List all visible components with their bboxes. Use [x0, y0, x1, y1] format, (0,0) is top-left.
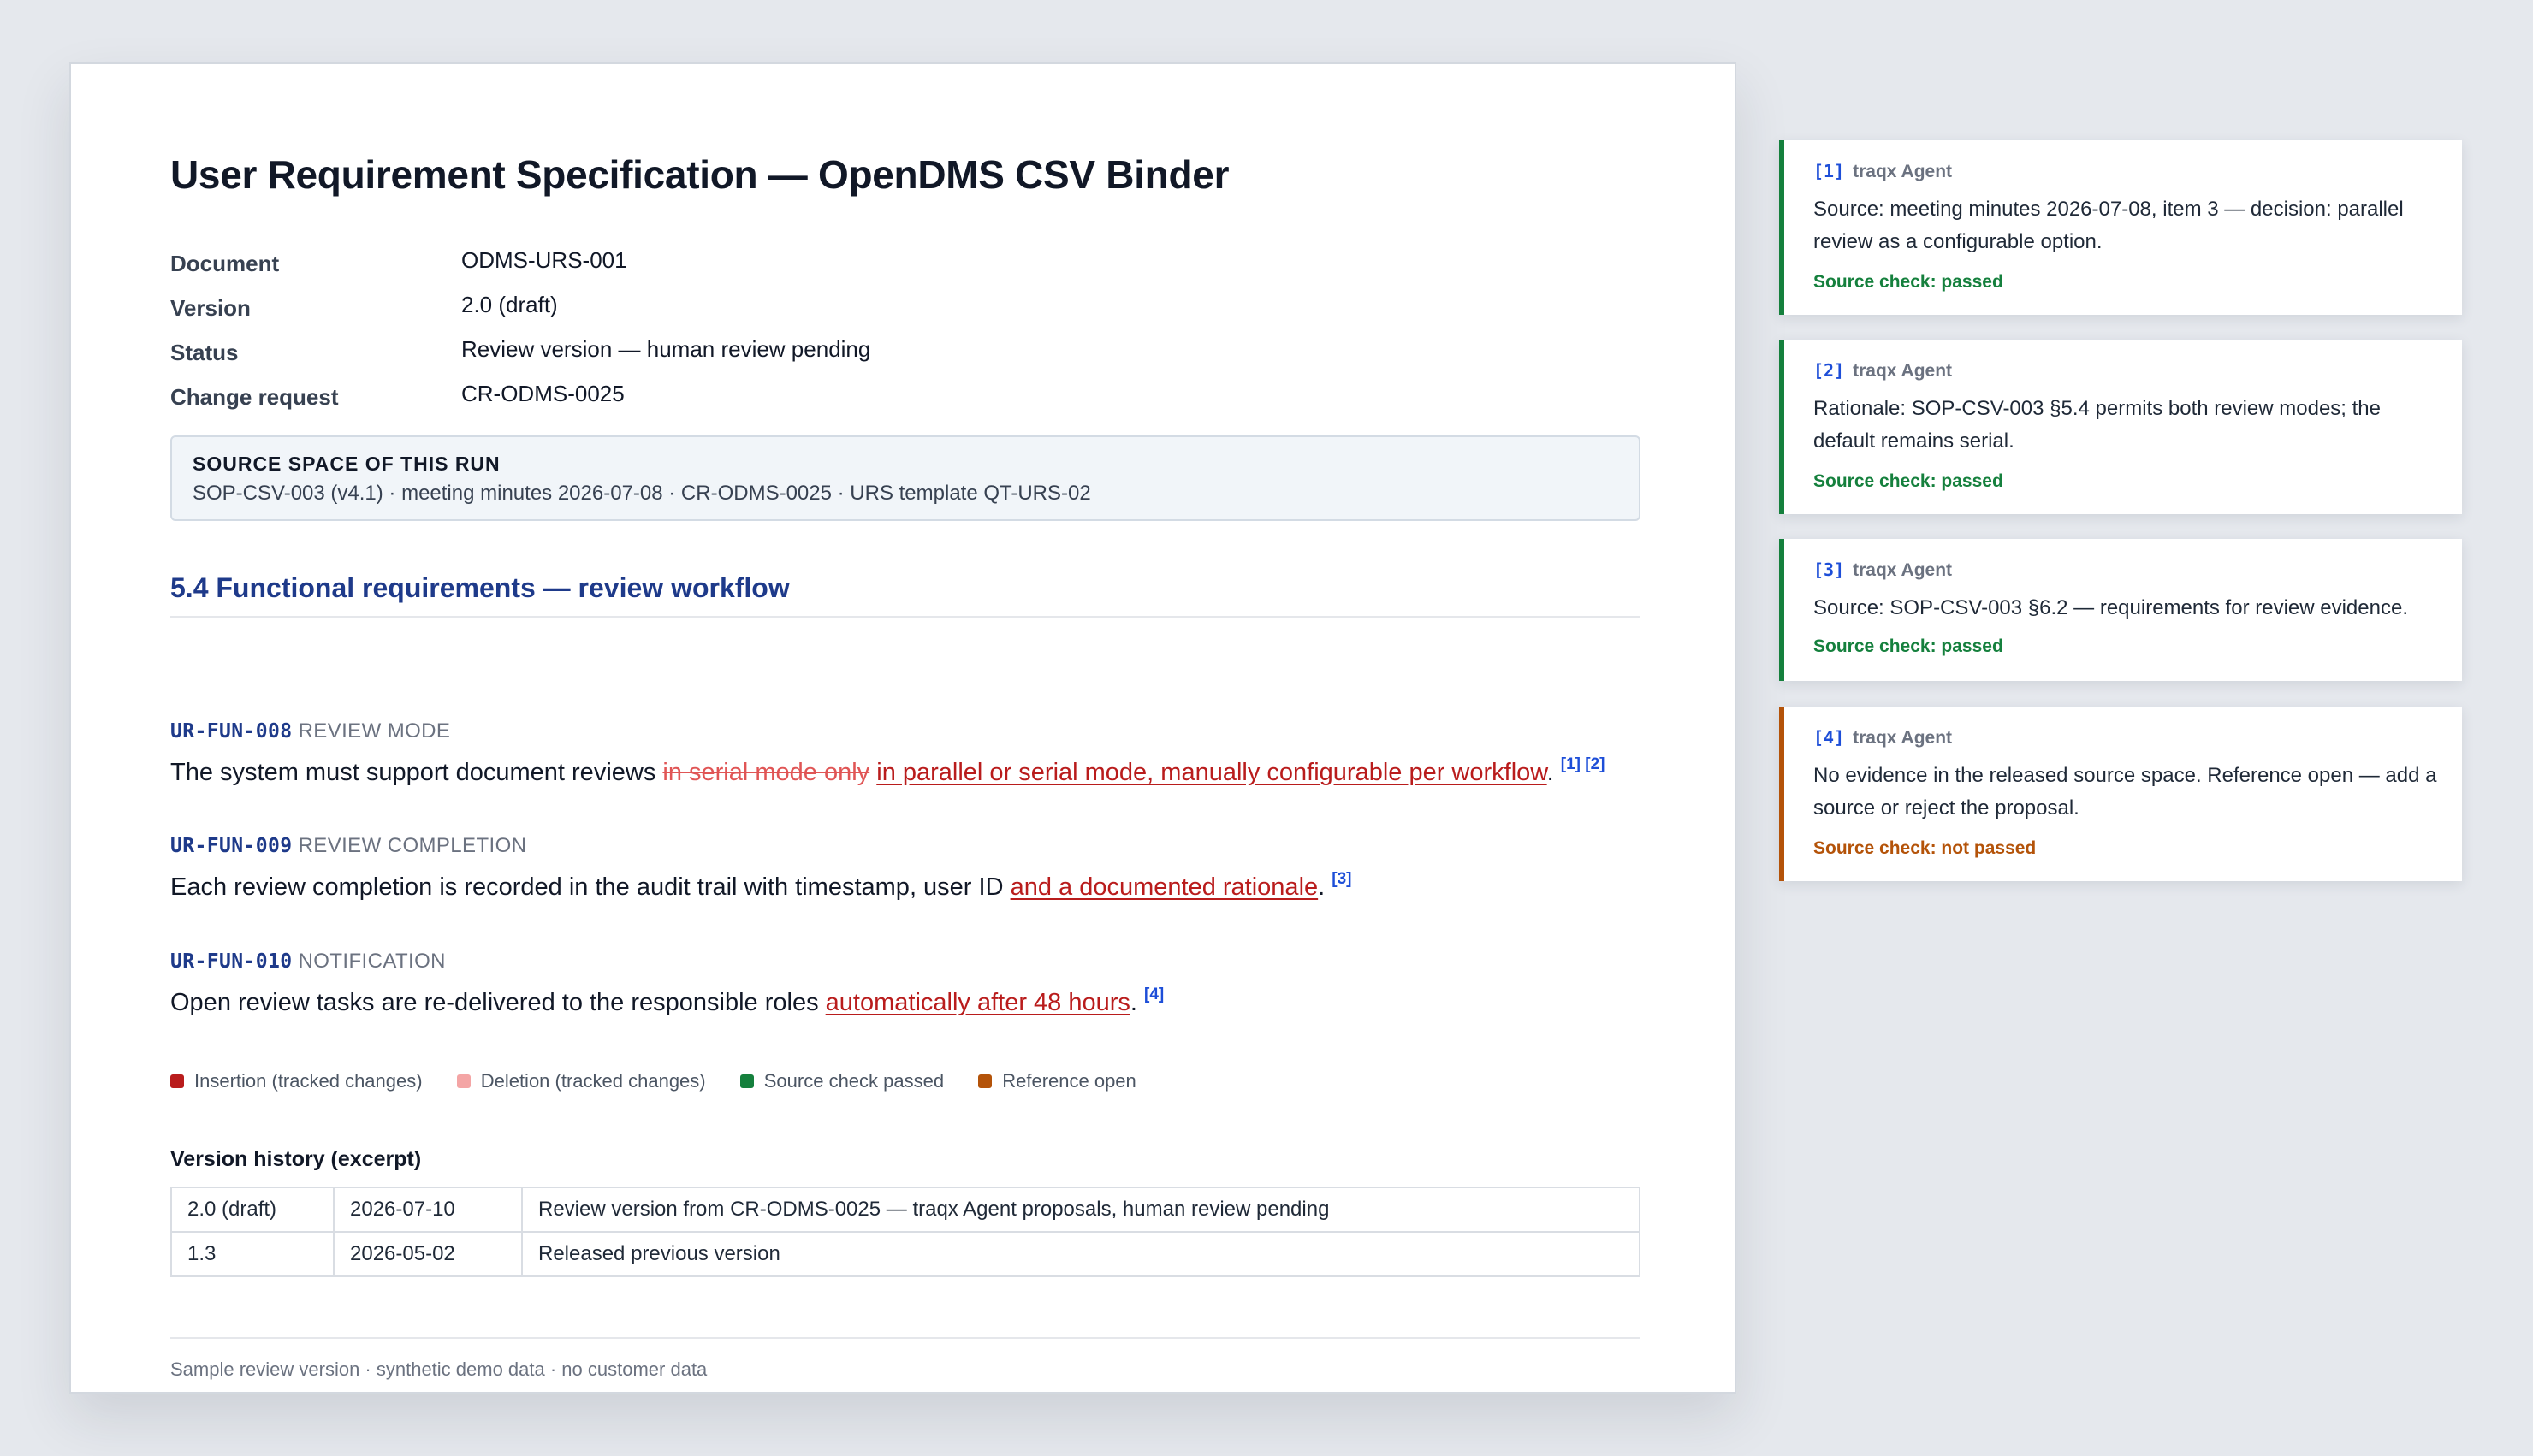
requirement-header: UR-FUN-010 NOTIFICATION — [170, 950, 1711, 984]
meta-label: Document — [170, 251, 280, 276]
comment-body: Source: meeting minutes 2026-07-08, item… — [1813, 198, 2404, 253]
comment-author: traqx Agent — [1853, 162, 1953, 181]
tracked-insertion[interactable]: automatically after 48 hours — [826, 989, 1130, 1016]
comment-reference-link[interactable]: [4] — [1144, 985, 1164, 1003]
tracked-deletion[interactable]: in serial mode only — [662, 759, 869, 786]
source-space-title: SOURCE SPACE OF THIS RUN — [193, 453, 501, 475]
requirement-text-plain: Each review completion is recorded in th… — [170, 873, 1011, 901]
comment-card-4[interactable]: [4] traqx Agent No evidence in the releas… — [1779, 707, 2462, 881]
document-meta: Document ODMS-URS-001 Version 2.0 (draft… — [170, 242, 1026, 420]
meta-label: Change request — [170, 384, 339, 410]
comment-card-3[interactable]: [3] traqx Agent Source: SOP-CSV-003 §6.2 … — [1779, 539, 2462, 681]
requirement-text: Open review tasks are re-delivered to th… — [170, 985, 1711, 1017]
section-divider — [170, 616, 1640, 618]
legend-swatch — [739, 1074, 754, 1088]
requirement-text: The system must support document reviews… — [170, 755, 1711, 787]
requirement-text-end: . — [1318, 873, 1326, 901]
requirement-ur-fun-010: UR-FUN-010 NOTIFICATION Open review task… — [170, 950, 1711, 1017]
requirement-ur-fun-009: UR-FUN-009 REVIEW COMPLETION Each review… — [170, 834, 1711, 902]
meta-value: Review version — human review pending — [461, 336, 871, 362]
meta-row-change-request: Change request CR-ODMS-0025 — [170, 376, 1026, 420]
requirement-label: NOTIFICATION — [298, 950, 446, 973]
version-history-table: 2.0 (draft) 2026-07-10 Review version fr… — [170, 1187, 1640, 1277]
tracked-insertion[interactable]: and a documented rationale — [1011, 873, 1319, 901]
requirement-text: Each review completion is recorded in th… — [170, 870, 1711, 902]
requirement-header: UR-FUN-008 REVIEW MODE — [170, 719, 1711, 754]
comment-header: [3] traqx Agent — [1813, 559, 1952, 581]
source-check-status: Source check: passed — [1813, 471, 2003, 491]
legend-swatch — [456, 1074, 471, 1088]
legend-item-reference-open: Reference open — [978, 1070, 1136, 1092]
legend-label: Source check passed — [763, 1070, 945, 1092]
source-space-text: SOP-CSV-003 (v4.1) · meeting minutes 202… — [193, 482, 1091, 505]
requirement-text-plain: The system must support document reviews — [170, 759, 663, 786]
section-title: 5.4 Functional requirements — review wor… — [170, 572, 790, 603]
legend-swatch — [170, 1074, 184, 1088]
comment-body: Source: SOP-CSV-003 §6.2 — requirements … — [1813, 596, 2408, 619]
meta-row-status: Status Review version — human review pen… — [170, 331, 1026, 376]
table-cell-date: 2026-07-10 — [333, 1187, 523, 1233]
table-cell-version: 1.3 — [170, 1231, 335, 1277]
comment-author: traqx Agent — [1853, 361, 1953, 381]
comment-card-2[interactable]: [2] traqx Agent Rationale: SOP-CSV-003 §5… — [1779, 340, 2462, 514]
comment-number: [2] — [1813, 360, 1845, 381]
table-cell-version: 2.0 (draft) — [170, 1187, 335, 1233]
table-cell-description: Review version from CR-ODMS-0025 — traqx… — [521, 1187, 1640, 1233]
comment-reference-link[interactable]: [1] [2] — [1561, 755, 1605, 773]
legend-label: Deletion (tracked changes) — [480, 1070, 706, 1092]
requirement-id: UR-FUN-009 — [170, 835, 293, 857]
table-cell-description: Released previous version — [521, 1231, 1640, 1277]
comment-author: traqx Agent — [1853, 560, 1953, 580]
legend-label: Insertion (tracked changes) — [194, 1070, 423, 1092]
table-row: 2.0 (draft) 2026-07-10 Review version fr… — [170, 1187, 1640, 1233]
document-page: User Requirement Specification — OpenDMS… — [69, 62, 1736, 1394]
meta-value: CR-ODMS-0025 — [461, 381, 625, 406]
source-space-box: SOURCE SPACE OF THIS RUN SOP-CSV-003 (v4… — [170, 435, 1640, 521]
meta-label: Version — [170, 295, 251, 321]
legend-item-insertion: Insertion (tracked changes) — [170, 1070, 423, 1092]
comment-number: [3] — [1813, 559, 1845, 580]
requirement-id: UR-FUN-008 — [170, 720, 293, 743]
table-row: 1.3 2026-05-02 Released previous version — [170, 1231, 1640, 1277]
legend-item-deletion: Deletion (tracked changes) — [456, 1070, 706, 1092]
meta-value: ODMS-URS-001 — [461, 247, 627, 273]
tracked-insertion[interactable]: in parallel or serial mode, manually con… — [876, 759, 1546, 786]
requirement-id: UR-FUN-010 — [170, 950, 293, 973]
document-title: User Requirement Specification — OpenDMS… — [170, 152, 1230, 197]
legend: Insertion (tracked changes) Deletion (tr… — [170, 1070, 1166, 1092]
requirement-label: REVIEW COMPLETION — [298, 834, 527, 857]
legend-label: Reference open — [1002, 1070, 1136, 1092]
footer-divider — [170, 1337, 1640, 1339]
comment-body: No evidence in the released source space… — [1813, 764, 2437, 820]
meta-label: Status — [170, 340, 239, 365]
comment-number: [1] — [1813, 161, 1845, 181]
meta-row-version: Version 2.0 (draft) — [170, 287, 1026, 331]
requirement-text-plain: Open review tasks are re-delivered to th… — [170, 989, 826, 1016]
meta-row-document: Document ODMS-URS-001 — [170, 242, 1026, 287]
comment-body: Rationale: SOP-CSV-003 §5.4 permits both… — [1813, 397, 2381, 453]
legend-item-source-passed: Source check passed — [739, 1070, 945, 1092]
source-check-status: Source check: passed — [1813, 272, 2003, 292]
comment-header: [4] traqx Agent — [1813, 727, 1952, 749]
source-check-status: Source check: passed — [1813, 636, 2003, 656]
comment-author: traqx Agent — [1853, 728, 1953, 748]
meta-value: 2.0 (draft) — [461, 292, 558, 317]
comment-number: [4] — [1813, 727, 1845, 748]
comment-reference-link[interactable]: [3] — [1332, 870, 1351, 888]
comment-header: [1] traqx Agent — [1813, 161, 1952, 182]
comment-card-1[interactable]: [1] traqx Agent Source: meeting minutes 2… — [1779, 140, 2462, 315]
source-check-status: Source check: not passed — [1813, 838, 2037, 858]
document-footer: Sample review version · synthetic demo d… — [170, 1358, 708, 1380]
legend-swatch — [978, 1074, 993, 1088]
requirement-text-end: . — [1546, 759, 1554, 786]
requirement-header: UR-FUN-009 REVIEW COMPLETION — [170, 834, 1711, 868]
requirement-ur-fun-008: UR-FUN-008 REVIEW MODE The system must s… — [170, 719, 1711, 787]
requirement-label: REVIEW MODE — [298, 719, 451, 743]
requirement-text-end: . — [1130, 989, 1137, 1016]
comment-header: [2] traqx Agent — [1813, 360, 1952, 382]
version-history-title: Version history (excerpt) — [170, 1147, 422, 1171]
table-cell-date: 2026-05-02 — [333, 1231, 523, 1277]
